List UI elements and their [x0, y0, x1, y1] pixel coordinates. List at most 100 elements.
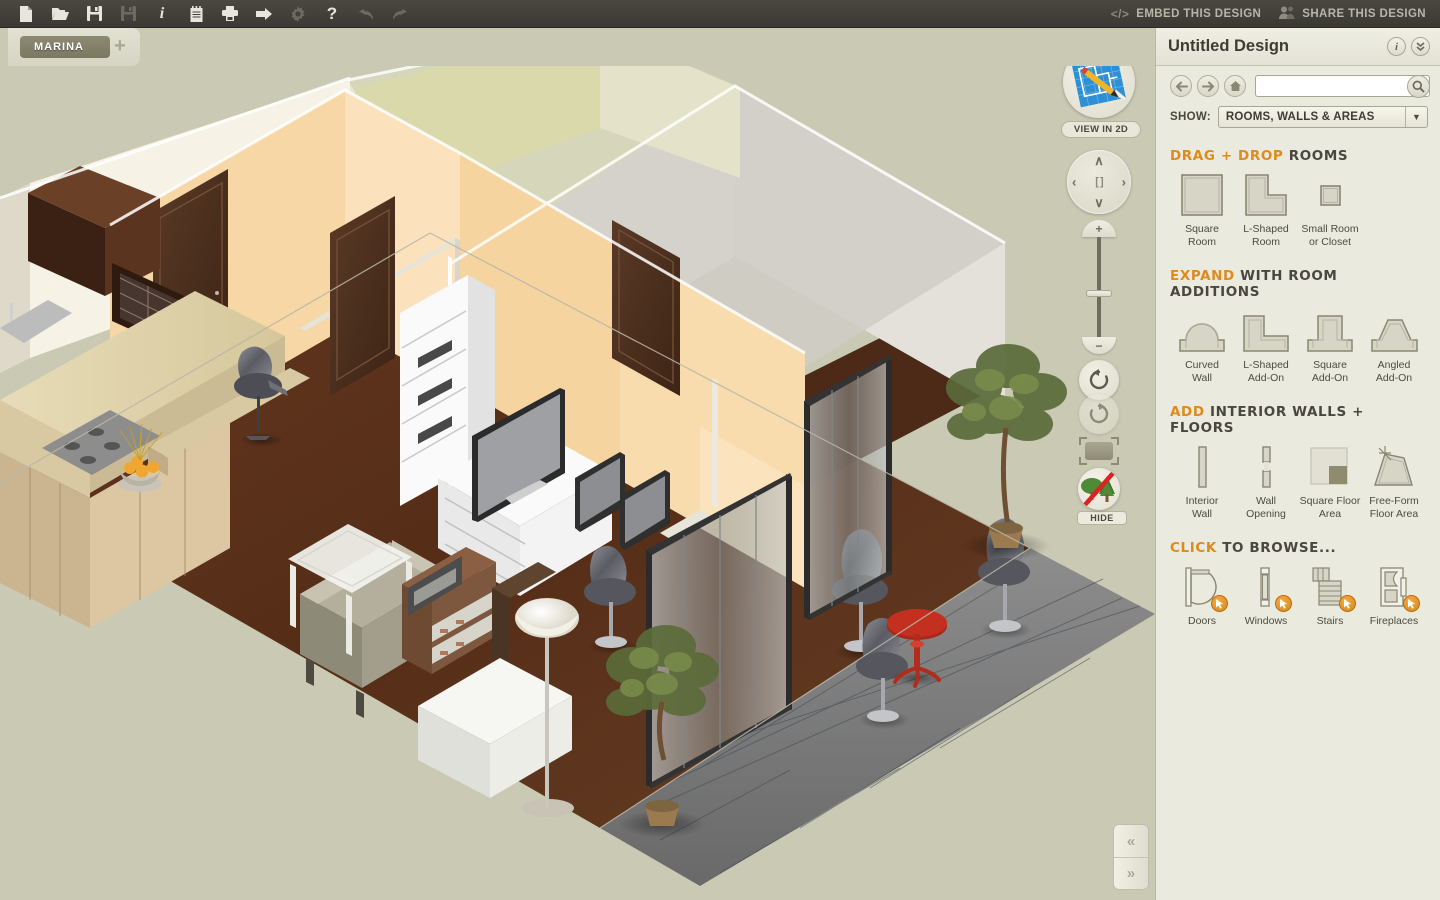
angled-addon-icon	[1362, 308, 1426, 354]
interior-wall-icon	[1170, 444, 1234, 490]
square-floor-area-tile[interactable]: Square Floor Area	[1298, 444, 1362, 520]
tile-label: L-Shaped Room	[1243, 223, 1289, 248]
panel-title-bar: Untitled Design i	[1156, 28, 1440, 66]
door-icon	[1170, 564, 1234, 612]
expand-panel-button[interactable]: »	[1114, 857, 1148, 889]
l-shaped-addon-icon	[1234, 308, 1298, 354]
save-icon[interactable]	[78, 1, 110, 27]
collapse-panel-button[interactable]: «	[1114, 825, 1148, 857]
help-icon[interactable]: ?	[316, 1, 348, 27]
chevron-down-icon[interactable]: ▼	[1405, 107, 1427, 127]
tile-label: Fireplaces	[1369, 615, 1419, 627]
tile-label: Curved Wall	[1185, 359, 1219, 384]
share-design-button[interactable]: SHARE THIS DESIGN	[1279, 6, 1426, 22]
settings-gear-icon[interactable]	[282, 1, 314, 27]
pan-up-arrow[interactable]: ∧	[1094, 153, 1104, 169]
section-room-additions: EXPAND WITH ROOM ADDITIONS Curved Wall L-…	[1156, 268, 1440, 384]
curved-wall-tile[interactable]: Curved Wall	[1170, 308, 1234, 384]
window-icon	[1234, 564, 1298, 612]
windows-tile[interactable]: Windows	[1234, 564, 1298, 628]
section-interior-walls-floors: ADD INTERIOR WALLS + FLOORS Interior Wall…	[1156, 404, 1440, 520]
viewport-controls: VIEW IN 2D ∧ ∨ ‹ › [ ] + − HIDE	[1055, 46, 1143, 525]
zoom-in-button[interactable]: +	[1082, 220, 1116, 237]
browse-badge-icon	[1403, 595, 1420, 612]
section-heading: ADD INTERIOR WALLS + FLOORS	[1170, 404, 1430, 436]
share-people-icon	[1279, 6, 1295, 22]
pan-down-arrow[interactable]: ∨	[1094, 195, 1104, 211]
tile-label: Square Room	[1185, 223, 1219, 248]
export-icon[interactable]	[248, 1, 280, 27]
pan-center-button[interactable]: [ ]	[1095, 176, 1103, 188]
pan-dpad[interactable]: ∧ ∨ ‹ › [ ]	[1067, 150, 1131, 214]
design-canvas[interactable]: VIEW IN 2D ∧ ∨ ‹ › [ ] + − HIDE « »	[0, 28, 1155, 900]
redo-icon[interactable]	[384, 1, 416, 27]
stairs-tile[interactable]: Stairs	[1298, 564, 1362, 628]
undo-icon[interactable]	[350, 1, 382, 27]
nav-home-button[interactable]	[1224, 75, 1246, 97]
l-shaped-room-tile[interactable]: L-Shaped Room	[1234, 172, 1298, 248]
notes-icon[interactable]	[180, 1, 212, 27]
nav-forward-button[interactable]	[1197, 75, 1219, 97]
3d-floorplan-scene[interactable]	[0, 28, 1155, 900]
panel-search-box[interactable]	[1255, 75, 1430, 98]
square-room-tile[interactable]: Square Room	[1170, 172, 1234, 248]
rotate-clockwise-button[interactable]	[1079, 394, 1119, 434]
tile-label: Doors	[1187, 615, 1216, 627]
stairs-icon	[1298, 564, 1362, 612]
free-form-floor-area-tile[interactable]: Free-Form Floor Area	[1362, 444, 1426, 520]
design-tab-marina[interactable]: MARINA	[20, 36, 110, 58]
panel-collapse-button[interactable]	[1411, 37, 1430, 56]
show-label: SHOW:	[1170, 111, 1211, 123]
screenshot-crop-button[interactable]	[1078, 436, 1120, 466]
zoom-thumb[interactable]	[1086, 290, 1112, 297]
print-icon[interactable]	[214, 1, 246, 27]
l-shaped-addon-tile[interactable]: L-Shaped Add-On	[1234, 308, 1298, 384]
top-toolbar: i ? </> EMBED THIS DESIGN SHARE THIS DES…	[0, 0, 1440, 28]
pan-left-arrow[interactable]: ‹	[1072, 175, 1076, 190]
small-room-tile[interactable]: Small Room or Closet	[1298, 172, 1362, 248]
square-addon-tile[interactable]: Square Add-On	[1298, 308, 1362, 384]
section-drag-drop-rooms: DRAG + DROP ROOMS Square Room L-Shaped Roo…	[1156, 148, 1440, 248]
toolbar-icon-group: i ?	[0, 1, 416, 27]
hide-landscape-button[interactable]: HIDE	[1077, 468, 1127, 525]
fireplace-icon	[1362, 564, 1426, 612]
save-as-icon[interactable]	[112, 1, 144, 27]
l-shaped-room-icon	[1234, 172, 1298, 218]
embed-code-icon: </>	[1110, 6, 1130, 21]
section-heading-accent: EXPAND	[1170, 268, 1235, 284]
show-filter-select[interactable]: ROOMS, WALLS & AREAS ▼	[1217, 106, 1428, 128]
new-file-icon[interactable]	[10, 1, 42, 27]
search-input[interactable]	[1256, 76, 1429, 96]
panel-info-button[interactable]: i	[1387, 37, 1406, 56]
info-icon[interactable]: i	[146, 1, 178, 27]
curved-wall-icon	[1170, 308, 1234, 354]
tile-label: Free-Form Floor Area	[1369, 495, 1419, 520]
zoom-track[interactable]	[1086, 237, 1112, 337]
browse-badge-icon	[1211, 595, 1228, 612]
section-click-to-browse: CLICK TO BROWSE... Doors Windows Stairs …	[1156, 540, 1440, 628]
small-room-icon	[1298, 172, 1362, 218]
zoom-slider[interactable]: + −	[1082, 220, 1116, 354]
embed-design-button[interactable]: </> EMBED THIS DESIGN	[1111, 7, 1262, 21]
tile-label: Square Floor Area	[1299, 495, 1361, 520]
zoom-out-button[interactable]: −	[1082, 337, 1116, 354]
doors-tile[interactable]: Doors	[1170, 564, 1234, 628]
search-icon[interactable]	[1407, 75, 1430, 98]
section-heading: CLICK TO BROWSE...	[1170, 540, 1430, 556]
angled-addon-tile[interactable]: Angled Add-On	[1362, 308, 1426, 384]
show-filter-value: ROOMS, WALLS & AREAS	[1225, 111, 1375, 123]
page-title: Untitled Design	[1168, 37, 1290, 55]
share-design-label: SHARE THIS DESIGN	[1302, 7, 1426, 20]
fireplaces-tile[interactable]: Fireplaces	[1362, 564, 1426, 628]
interior-wall-tile[interactable]: Interior Wall	[1170, 444, 1234, 520]
wall-opening-tile[interactable]: Wall Opening	[1234, 444, 1298, 520]
open-folder-icon[interactable]	[44, 1, 76, 27]
tile-label: Windows	[1244, 615, 1288, 627]
nav-back-button[interactable]	[1170, 75, 1192, 97]
pan-right-arrow[interactable]: ›	[1122, 175, 1126, 190]
view-in-2d-label: VIEW IN 2D	[1061, 121, 1141, 138]
panel-nav-row	[1156, 66, 1440, 98]
add-design-tab-button[interactable]: +	[114, 36, 126, 59]
hide-trees-icon	[1078, 468, 1120, 510]
browse-badge-icon	[1275, 595, 1292, 612]
